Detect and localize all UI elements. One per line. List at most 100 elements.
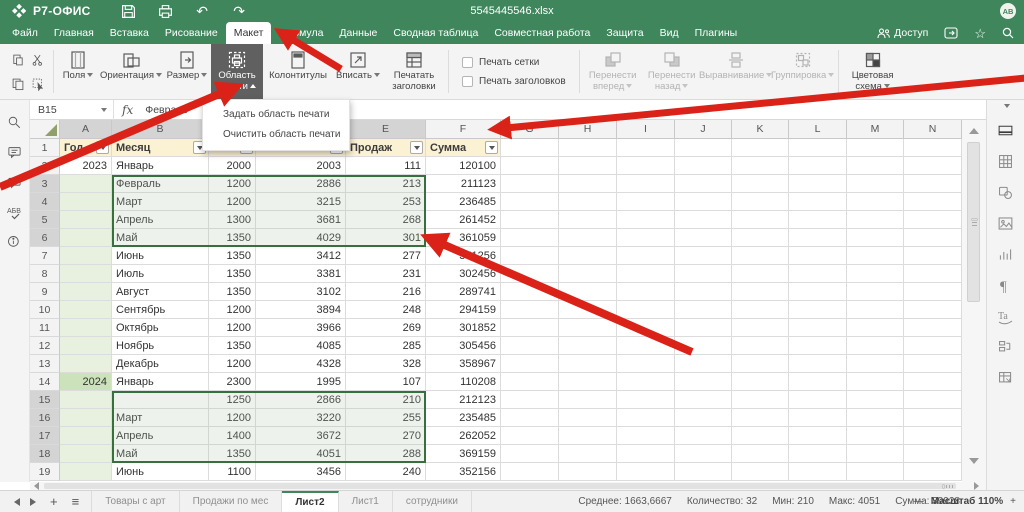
value-cell[interactable]: 4029 — [256, 229, 346, 247]
column-header-K[interactable]: K — [732, 120, 789, 139]
size-button[interactable]: Размер — [163, 44, 211, 99]
empty-cell[interactable] — [847, 337, 904, 355]
textart-settings-icon[interactable]: Ta — [997, 307, 1015, 325]
row-header-5[interactable]: 5 — [30, 211, 60, 229]
menu-item-задать-область-печати[interactable]: Задать область печати — [203, 105, 349, 125]
row-header-16[interactable]: 16 — [30, 409, 60, 427]
value-cell[interactable]: 358967 — [426, 355, 501, 373]
empty-cell[interactable] — [789, 355, 847, 373]
empty-cell[interactable] — [617, 175, 675, 193]
empty-cell[interactable] — [617, 193, 675, 211]
value-cell[interactable]: 3672 — [256, 427, 346, 445]
empty-cell[interactable] — [847, 157, 904, 175]
empty-cell[interactable] — [675, 463, 732, 481]
search-icon[interactable] — [1002, 27, 1014, 39]
value-cell[interactable]: 107 — [346, 373, 426, 391]
value-cell[interactable]: 1350 — [209, 337, 256, 355]
formula-input[interactable]: Февраль — [141, 104, 188, 116]
year-cell[interactable] — [60, 175, 112, 193]
value-cell[interactable]: 269 — [346, 319, 426, 337]
scroll-up-icon[interactable] — [969, 128, 979, 134]
year-cell[interactable] — [60, 427, 112, 445]
value-cell[interactable]: 1200 — [209, 319, 256, 337]
row-header-11[interactable]: 11 — [30, 319, 60, 337]
empty-cell[interactable] — [675, 373, 732, 391]
scroll-down-icon[interactable] — [969, 458, 979, 464]
row-header-13[interactable]: 13 — [30, 355, 60, 373]
value-cell[interactable]: 248 — [346, 301, 426, 319]
menu-tab-рисование[interactable]: Рисование — [157, 22, 226, 44]
empty-cell[interactable] — [789, 301, 847, 319]
value-cell[interactable]: 110208 — [426, 373, 501, 391]
save-icon[interactable] — [121, 4, 136, 19]
favorites-star-icon[interactable]: ☆ — [974, 27, 986, 40]
row-header-17[interactable]: 17 — [30, 427, 60, 445]
value-cell[interactable]: 1200 — [209, 355, 256, 373]
value-cell[interactable]: 236485 — [426, 193, 501, 211]
column-header-I[interactable]: I — [617, 120, 675, 139]
empty-cell[interactable] — [904, 211, 962, 229]
row-header-18[interactable]: 18 — [30, 445, 60, 463]
empty-cell[interactable] — [617, 373, 675, 391]
empty-cell[interactable] — [559, 301, 617, 319]
empty-cell[interactable] — [617, 247, 675, 265]
month-cell[interactable]: Январь — [112, 373, 209, 391]
empty-cell[interactable] — [675, 157, 732, 175]
insert-function-button[interactable]: fx — [114, 103, 141, 117]
month-cell[interactable]: Апрель — [112, 427, 209, 445]
empty-cell[interactable] — [617, 265, 675, 283]
empty-cell[interactable] — [559, 283, 617, 301]
empty-cell[interactable] — [501, 229, 559, 247]
pivot-settings-icon[interactable] — [997, 369, 1015, 387]
value-cell[interactable]: 1200 — [209, 409, 256, 427]
empty-cell[interactable] — [617, 391, 675, 409]
value-cell[interactable]: 1350 — [209, 445, 256, 463]
menu-tab-главная[interactable]: Главная — [46, 22, 102, 44]
empty-cell[interactable] — [904, 355, 962, 373]
zoom-in-button[interactable]: + — [1010, 496, 1016, 507]
open-location-icon[interactable] — [944, 27, 958, 39]
empty-cell[interactable] — [501, 373, 559, 391]
empty-cell[interactable] — [789, 211, 847, 229]
year-cell[interactable] — [60, 355, 112, 373]
empty-cell[interactable] — [559, 265, 617, 283]
row-header-19[interactable]: 19 — [30, 463, 60, 481]
menu-tab-формула[interactable]: Формула — [271, 22, 331, 44]
scroll-right-icon[interactable] — [974, 482, 979, 490]
color-scheme-button[interactable]: Цветоваясхема — [842, 44, 904, 99]
year-cell[interactable] — [60, 391, 112, 409]
value-cell[interactable]: 261452 — [426, 211, 501, 229]
empty-cell[interactable] — [617, 319, 675, 337]
empty-cell[interactable] — [904, 463, 962, 481]
menu-tab-защита[interactable]: Защита — [598, 22, 651, 44]
collapse-chevron-icon[interactable] — [1004, 104, 1010, 108]
empty-cell[interactable] — [501, 337, 559, 355]
slicer-settings-icon[interactable] — [997, 338, 1015, 356]
next-sheet-icon[interactable] — [30, 498, 36, 506]
empty-cell[interactable] — [559, 175, 617, 193]
value-cell[interactable]: 301 — [346, 229, 426, 247]
print-area-button[interactable]: Областьпечати — [211, 44, 263, 99]
empty-cell[interactable] — [732, 175, 789, 193]
value-cell[interactable]: 3894 — [256, 301, 346, 319]
empty-cell[interactable] — [559, 139, 617, 157]
value-cell[interactable]: 1250 — [209, 391, 256, 409]
spreadsheet-grid[interactable]: ABCDEFGHIJKLMN1ГодМесяцРекламаПосетителе… — [30, 120, 962, 482]
menu-tab-совместная-работа[interactable]: Совместная работа — [486, 22, 598, 44]
avatar[interactable]: АВ — [1000, 3, 1016, 19]
value-cell[interactable]: 361059 — [426, 229, 501, 247]
empty-cell[interactable] — [501, 409, 559, 427]
empty-cell[interactable] — [732, 409, 789, 427]
month-cell[interactable]: Январь — [112, 157, 209, 175]
value-cell[interactable]: 268 — [346, 211, 426, 229]
empty-cell[interactable] — [617, 445, 675, 463]
orientation-button[interactable]: Ориентация — [99, 44, 163, 99]
value-cell[interactable]: 231 — [346, 265, 426, 283]
empty-cell[interactable] — [617, 229, 675, 247]
empty-cell[interactable] — [732, 319, 789, 337]
column-header-E[interactable]: E — [346, 120, 426, 139]
horizontal-scrollbar[interactable] — [30, 482, 986, 490]
row-header-4[interactable]: 4 — [30, 193, 60, 211]
month-cell[interactable]: Июнь — [112, 463, 209, 481]
empty-cell[interactable] — [501, 445, 559, 463]
